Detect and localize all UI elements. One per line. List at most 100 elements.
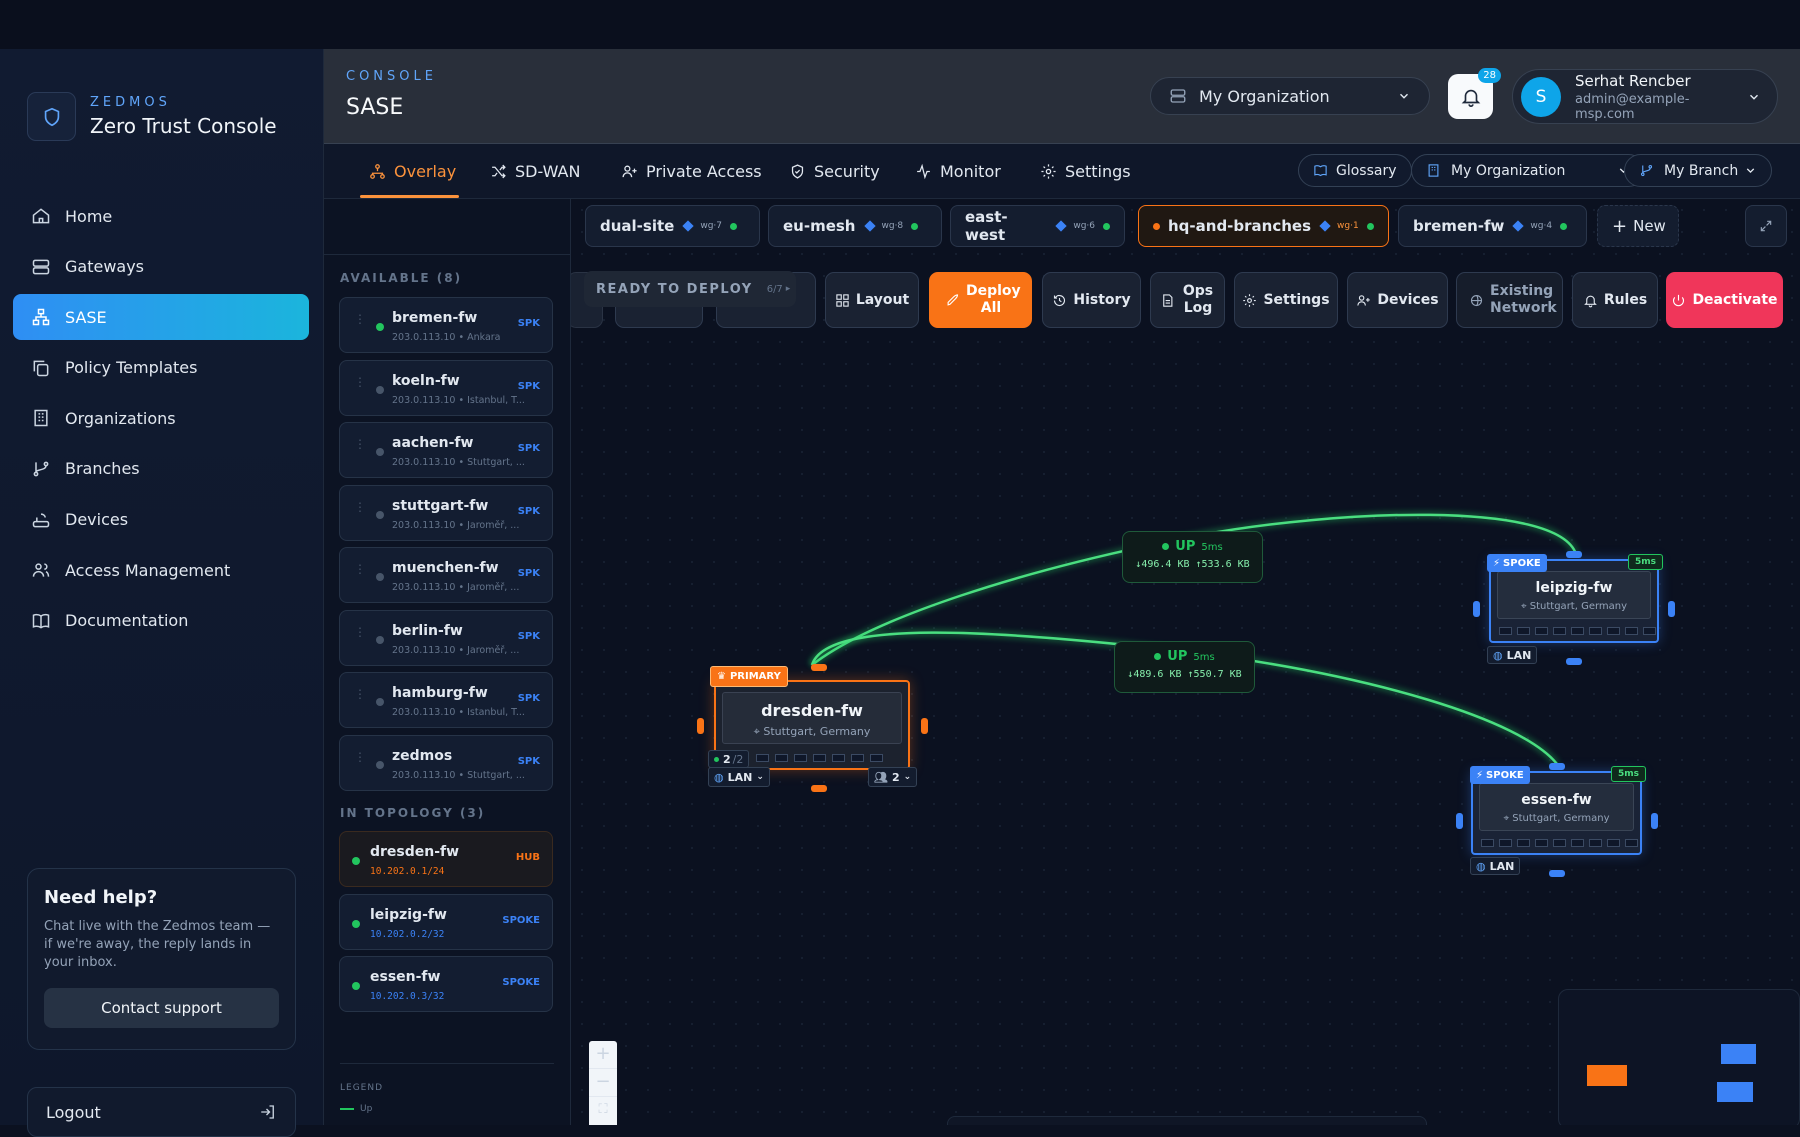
available-device-card[interactable]: ⋮ berlin-fw 203.0.113.10 • Jaroměř, ... … bbox=[339, 610, 553, 666]
help-card: Need help? Chat live with the Zedmos tea… bbox=[27, 868, 296, 1050]
network-icon bbox=[32, 308, 50, 326]
connection-handle[interactable] bbox=[921, 718, 928, 734]
brand: ZEDMOS Zero Trust Console bbox=[27, 92, 277, 141]
topology-device-card[interactable]: dresden-fw 10.202.0.1/24 HUB bbox=[339, 831, 553, 887]
divider bbox=[324, 254, 571, 255]
lan-selector[interactable]: ◍ LAN bbox=[1470, 857, 1521, 875]
tab-sd-wan[interactable]: SD-WAN bbox=[490, 144, 580, 199]
tunnel-status-box[interactable]: UP 5ms ↓489.6 KB ↑550.7 KB bbox=[1114, 641, 1255, 693]
drag-handle-icon[interactable]: ⋮ bbox=[354, 751, 366, 772]
zoom-in-button[interactable]: + bbox=[589, 1041, 617, 1069]
sidebar-item-home[interactable]: Home bbox=[13, 193, 309, 239]
server-icon bbox=[1170, 89, 1186, 103]
git-branch-icon bbox=[33, 461, 49, 477]
sidebar-item-branches[interactable]: Branches bbox=[13, 446, 309, 492]
logout-icon bbox=[261, 1105, 274, 1119]
badge-label: PRIMARY bbox=[729, 671, 781, 682]
connection-handle[interactable] bbox=[811, 664, 827, 671]
glossary-button[interactable]: Glossary bbox=[1298, 154, 1412, 187]
drag-handle-icon[interactable]: ⋮ bbox=[354, 563, 366, 584]
connection-handle[interactable] bbox=[1473, 601, 1480, 617]
organization-select[interactable]: My Organization bbox=[1150, 77, 1430, 115]
topology-device-card[interactable]: essen-fw 10.202.0.3/32 SPOKE bbox=[339, 956, 553, 1012]
available-device-card[interactable]: ⋮ stuttgart-fw 203.0.113.10 • Jaroměř, .… bbox=[339, 485, 553, 541]
available-device-card[interactable]: ⋮ hamburg-fw 203.0.113.10 • Istanbul, T.… bbox=[339, 672, 553, 728]
available-device-card[interactable]: ⋮ bremen-fw 203.0.113.10 • Ankara SPK bbox=[339, 297, 553, 353]
topology-device-card[interactable]: leipzig-fw 10.202.0.2/32 SPOKE bbox=[339, 894, 553, 950]
logout-button[interactable]: Logout bbox=[27, 1087, 296, 1137]
sidebar-item-access-management[interactable]: Access Management bbox=[13, 547, 309, 593]
node-location: ⌖ Stuttgart, Germany bbox=[1471, 813, 1642, 824]
sidebar-item-documentation[interactable]: Documentation bbox=[13, 598, 309, 644]
drag-handle-icon[interactable]: ⋮ bbox=[354, 376, 366, 397]
connection-handle[interactable] bbox=[697, 718, 704, 734]
primary-badge: ♛ PRIMARY bbox=[710, 666, 788, 687]
tab-label: Security bbox=[814, 162, 880, 181]
tab-private-access[interactable]: Private Access bbox=[621, 144, 762, 199]
branch-filter-select[interactable]: My Branch bbox=[1624, 154, 1772, 187]
shield-logo-icon bbox=[27, 92, 76, 141]
active-tab-indicator bbox=[360, 195, 459, 198]
connection-handle[interactable] bbox=[1549, 870, 1565, 877]
book-icon bbox=[32, 613, 50, 629]
lan-selector[interactable]: ◍ LAN bbox=[1487, 646, 1538, 664]
sidebar-item-sase[interactable]: SASE bbox=[13, 294, 309, 341]
chevron-down-icon: ⌄ bbox=[903, 772, 912, 782]
link-status: UP bbox=[1167, 649, 1188, 664]
book-icon bbox=[1314, 165, 1327, 177]
tab-settings[interactable]: Settings bbox=[1040, 144, 1131, 199]
sidebar-item-devices[interactable]: Devices bbox=[13, 497, 309, 543]
sidebar-item-policy-templates[interactable]: Policy Templates bbox=[13, 345, 309, 391]
peer-total: /2 bbox=[732, 752, 744, 766]
zoom-out-button[interactable]: − bbox=[589, 1069, 617, 1097]
drag-handle-icon[interactable]: ⋮ bbox=[354, 438, 366, 459]
connection-handle[interactable] bbox=[811, 785, 827, 792]
drag-handle-icon[interactable]: ⋮ bbox=[354, 626, 366, 647]
tab-overlay[interactable]: Overlay bbox=[369, 144, 456, 199]
fit-view-button[interactable]: ⛶ bbox=[589, 1097, 617, 1125]
latency-badge: 5ms bbox=[1611, 766, 1646, 782]
tunnel-status-box[interactable]: UP 5ms ↓496.4 KB ↑533.6 KB bbox=[1122, 531, 1263, 583]
connection-handle[interactable] bbox=[1456, 813, 1463, 829]
shield-check-icon bbox=[791, 164, 804, 179]
contact-support-button[interactable]: Contact support bbox=[44, 988, 279, 1028]
connection-handle[interactable] bbox=[1549, 763, 1565, 770]
legend-label: LEGEND bbox=[340, 1083, 384, 1093]
drag-handle-icon[interactable]: ⋮ bbox=[354, 313, 366, 334]
device-palette: AVAILABLE (8) ⋮ bremen-fw 203.0.113.10 •… bbox=[324, 199, 571, 1125]
tab-security[interactable]: Security bbox=[789, 144, 880, 199]
device-role-tag: HUB bbox=[515, 852, 540, 863]
device-role-tag: SPK bbox=[517, 568, 540, 579]
connection-handle[interactable] bbox=[1668, 601, 1675, 617]
organization-filter-select[interactable]: My Organization bbox=[1411, 154, 1645, 187]
topology-canvas[interactable]: dual-site wg·7 eu-mesh wg·8 east-west wg·6 … bbox=[571, 199, 1800, 1125]
connection-handle[interactable] bbox=[1566, 658, 1582, 665]
logout-label: Logout bbox=[46, 1102, 101, 1122]
available-device-card[interactable]: ⋮ muenchen-fw 203.0.113.10 • Jaroměř, ..… bbox=[339, 547, 553, 603]
bottom-panel-edge bbox=[947, 1116, 1427, 1125]
connection-handle[interactable] bbox=[1651, 813, 1658, 829]
available-device-card[interactable]: ⋮ zedmos 203.0.113.10 • Stuttgart, ... S… bbox=[339, 735, 553, 791]
notifications-button[interactable]: 28 bbox=[1448, 68, 1501, 119]
tab-monitor[interactable]: Monitor bbox=[915, 144, 1001, 199]
minimap[interactable] bbox=[1558, 989, 1800, 1125]
user-menu[interactable]: S Serhat Rencber admin@example-msp.com bbox=[1512, 69, 1778, 124]
device-address: 203.0.113.10 • Istanbul, T... bbox=[392, 395, 525, 406]
tab-label: SD-WAN bbox=[515, 162, 581, 181]
building-icon bbox=[1428, 164, 1439, 177]
page-header: CONSOLE SASE My Organization 28 S Serhat… bbox=[324, 49, 1800, 144]
users-selector[interactable]: 👥︎ 2 ⌄ bbox=[868, 767, 918, 787]
available-device-card[interactable]: ⋮ koeln-fw 203.0.113.10 • Istanbul, T...… bbox=[339, 360, 553, 416]
lan-selector[interactable]: ◍ LAN ⌄ bbox=[708, 767, 770, 787]
connection-handle[interactable] bbox=[1566, 551, 1582, 558]
device-name: essen-fw bbox=[370, 969, 441, 985]
sidebar-item-gateways[interactable]: Gateways bbox=[13, 244, 309, 290]
available-device-card[interactable]: ⋮ aachen-fw 203.0.113.10 • Stuttgart, ..… bbox=[339, 422, 553, 478]
sidebar-item-organizations[interactable]: Organizations bbox=[13, 395, 309, 441]
drag-handle-icon[interactable]: ⋮ bbox=[354, 688, 366, 709]
tab-bar: Overlay SD-WAN Private Access Security M… bbox=[324, 144, 1800, 199]
status-dot bbox=[352, 920, 360, 928]
link-traffic: ↓496.4 KB ↑533.6 KB bbox=[1135, 559, 1250, 570]
drag-handle-icon[interactable]: ⋮ bbox=[354, 501, 366, 522]
device-role-tag: SPK bbox=[517, 756, 540, 767]
